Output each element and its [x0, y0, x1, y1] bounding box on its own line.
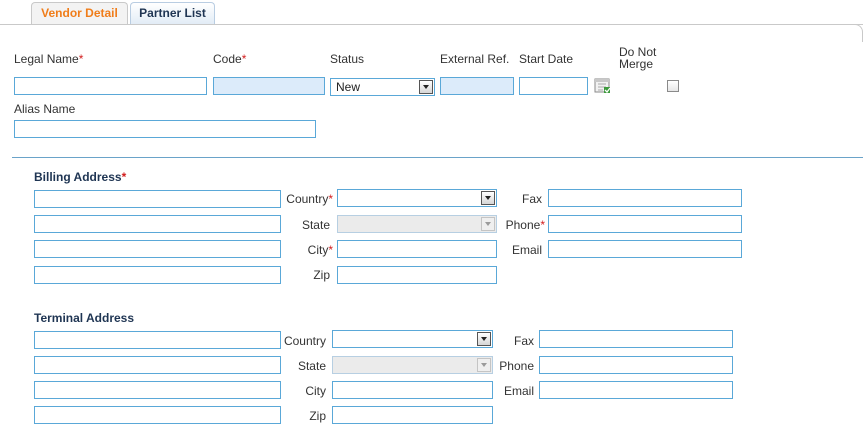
tab-vendor-detail[interactable]: Vendor Detail — [31, 2, 128, 24]
billing-state-label: State — [301, 218, 330, 232]
billing-address-line3-input[interactable] — [34, 240, 281, 258]
billing-fax-input[interactable] — [548, 189, 742, 207]
billing-address-title: Billing Address* — [34, 170, 127, 184]
tab-partner-list[interactable]: Partner List — [130, 2, 215, 24]
status-value: New — [336, 80, 361, 94]
status-label: Status — [330, 52, 365, 66]
calendar-icon[interactable] — [594, 77, 612, 94]
alias-name-input[interactable] — [14, 120, 316, 138]
terminal-address-title: Terminal Address — [34, 311, 135, 325]
terminal-email-label: Email — [503, 384, 534, 398]
chevron-down-icon[interactable] — [481, 191, 495, 205]
billing-zip-input[interactable] — [337, 266, 497, 284]
external-ref-label: External Ref. — [440, 52, 510, 66]
billing-zip-label: Zip — [313, 268, 330, 282]
terminal-email-input[interactable] — [539, 381, 733, 399]
terminal-city-input[interactable] — [332, 381, 493, 399]
terminal-country-label: Country — [283, 334, 326, 348]
tab-bar: Vendor Detail Partner List — [0, 0, 863, 25]
terminal-zip-input[interactable] — [332, 406, 493, 424]
terminal-fax-input[interactable] — [539, 330, 733, 348]
terminal-fax-label: Fax — [513, 334, 534, 348]
terminal-address-line3-input[interactable] — [34, 381, 281, 399]
code-label: Code* — [213, 52, 247, 66]
billing-address-line2-input[interactable] — [34, 215, 281, 233]
legal-name-label: Legal Name* — [14, 52, 84, 66]
alias-name-label: Alias Name — [14, 102, 76, 116]
billing-email-label: Email — [511, 243, 542, 257]
terminal-state-label: State — [297, 359, 326, 373]
external-ref-input[interactable] — [440, 77, 514, 95]
terminal-city-label: City — [305, 384, 326, 398]
terminal-address-line2-input[interactable] — [34, 356, 281, 374]
billing-city-input[interactable] — [337, 240, 497, 258]
billing-phone-input[interactable] — [548, 215, 742, 233]
code-input[interactable] — [213, 77, 325, 95]
terminal-phone-label: Phone — [499, 359, 534, 373]
billing-city-label: City* — [307, 243, 333, 257]
chevron-down-icon — [481, 217, 495, 231]
status-select[interactable]: New — [330, 78, 435, 96]
billing-phone-label: Phone* — [505, 218, 545, 232]
section-divider — [12, 157, 863, 158]
start-date-input[interactable] — [519, 77, 588, 95]
terminal-country-select[interactable] — [332, 330, 493, 348]
panel-border — [0, 24, 863, 25]
billing-country-label: Country* — [286, 192, 333, 206]
legal-name-input[interactable] — [14, 77, 207, 95]
billing-address-line4-input[interactable] — [34, 266, 281, 284]
billing-state-select[interactable] — [337, 215, 497, 233]
billing-fax-label: Fax — [521, 192, 542, 206]
do-not-merge-checkbox[interactable] — [667, 80, 679, 92]
chevron-down-icon — [477, 358, 491, 372]
terminal-phone-input[interactable] — [539, 356, 733, 374]
chevron-down-icon[interactable] — [477, 332, 491, 346]
chevron-down-icon[interactable] — [419, 80, 433, 94]
billing-email-input[interactable] — [548, 240, 742, 258]
do-not-merge-label: Do Not Merge — [619, 45, 657, 71]
terminal-address-line4-input[interactable] — [34, 406, 281, 424]
start-date-label: Start Date — [519, 52, 574, 66]
panel-corner — [845, 24, 863, 42]
terminal-zip-label: Zip — [309, 409, 326, 423]
terminal-address-line1-input[interactable] — [34, 331, 281, 349]
billing-address-line1-input[interactable] — [34, 190, 281, 208]
terminal-state-select[interactable] — [332, 356, 493, 374]
billing-country-select[interactable] — [337, 189, 497, 207]
